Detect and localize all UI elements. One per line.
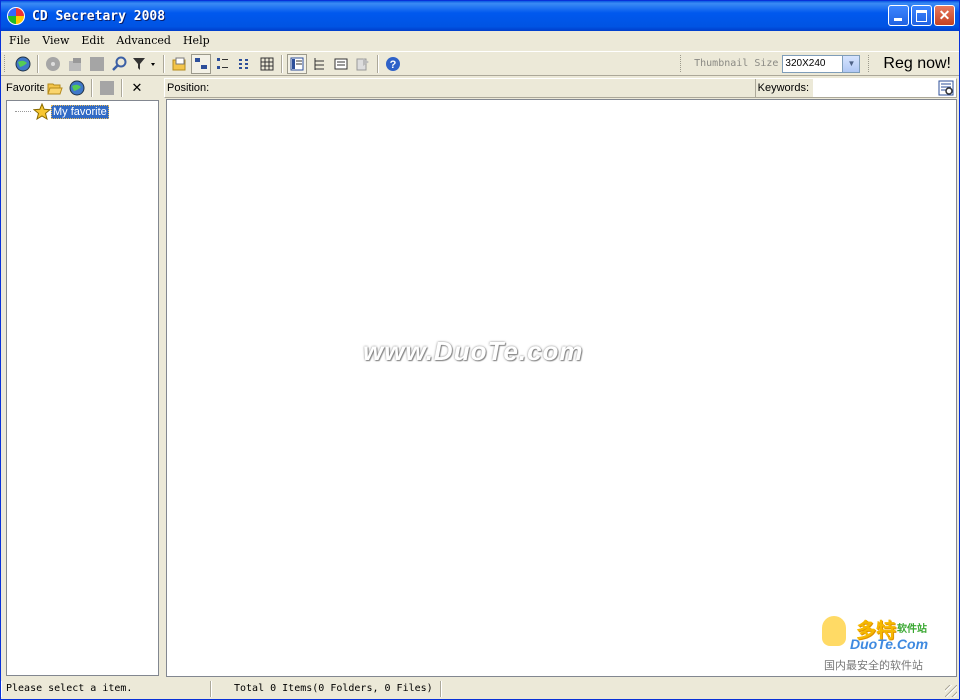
menu-bar: File View Edit Advanced Help xyxy=(1,31,959,50)
position-label: Position: xyxy=(167,82,210,94)
svg-text:?: ? xyxy=(390,59,397,71)
main-toolbar: ? Thumbnail Size 320X240 ▼ Reg now! xyxy=(1,51,959,76)
keywords-label: Keywords: xyxy=(757,82,809,94)
folder-icon xyxy=(172,57,186,70)
resize-grip-icon[interactable] xyxy=(945,685,957,697)
favorite-delete-button[interactable] xyxy=(97,78,117,98)
logo-tagline: 国内最安全的软件站 xyxy=(824,660,923,672)
scan-disc-button[interactable] xyxy=(43,54,63,74)
menu-advanced[interactable]: Advanced xyxy=(110,34,177,47)
toolbar-separator xyxy=(91,79,93,97)
menu-edit[interactable]: Edit xyxy=(75,34,110,47)
status-message: Please select a item. xyxy=(1,681,211,697)
toolbar-separator xyxy=(281,54,283,73)
file-list-area[interactable]: www.DuoTe.com 多特 软件站 DuoTe.Com 国内最安全的软件站 xyxy=(166,99,957,677)
large-icons-view-button[interactable] xyxy=(191,53,211,74)
toolbar-grip[interactable] xyxy=(868,55,872,72)
small-icons-icon xyxy=(217,57,228,69)
square-gray-icon xyxy=(90,56,104,71)
maximize-button[interactable] xyxy=(911,5,932,26)
toolbar-separator xyxy=(163,54,165,73)
thumbnail-size-value: 320X240 xyxy=(785,58,826,69)
menu-file[interactable]: File xyxy=(1,34,36,47)
keyword-search-icon[interactable] xyxy=(938,80,954,96)
logo-cn-sub: 软件站 xyxy=(897,624,927,635)
status-empty-panel xyxy=(441,681,959,697)
minimize-icon xyxy=(894,18,902,21)
maximize-icon xyxy=(916,10,927,22)
preview-pane-button[interactable] xyxy=(287,53,307,74)
filter-dropdown-button[interactable] xyxy=(131,54,159,74)
mascot-icon xyxy=(822,616,846,646)
tree-icon xyxy=(314,57,324,70)
close-icon: ✕ xyxy=(131,80,143,95)
search-button[interactable] xyxy=(109,54,129,74)
list-icon xyxy=(239,58,248,69)
properties-button[interactable] xyxy=(65,54,85,74)
export-icon xyxy=(356,57,369,70)
position-bar: Position: Keywords: xyxy=(164,78,957,98)
menu-help[interactable]: Help xyxy=(177,34,216,47)
menu-view[interactable]: View xyxy=(36,34,75,47)
panel-icon xyxy=(334,58,348,69)
watermark-text: www.DuoTe.com xyxy=(363,336,584,366)
globe-icon xyxy=(69,80,85,96)
help-button[interactable]: ? xyxy=(383,54,403,74)
favorite-panel-header: Favorite ✕ xyxy=(6,77,160,99)
thumbnail-size-label: Thumbnail Size xyxy=(694,58,779,69)
small-icons-view-button[interactable] xyxy=(213,54,233,74)
delete-button[interactable] xyxy=(87,54,107,74)
help-icon: ? xyxy=(386,56,400,71)
status-bar: Please select a item. Total 0 Items(0 Fo… xyxy=(1,679,959,699)
close-button[interactable]: ✕ xyxy=(934,5,955,26)
toolbar-separator xyxy=(37,54,39,73)
tree-view-button[interactable] xyxy=(309,54,329,74)
toolbar-grip[interactable] xyxy=(4,55,8,72)
logo-en-text: DuoTe.Com xyxy=(850,636,929,652)
duote-logo: 多特 软件站 DuoTe.Com 国内最安全的软件站 xyxy=(820,614,950,674)
open-favorite-button[interactable] xyxy=(45,78,65,98)
filter-icon xyxy=(133,57,155,70)
tree-connector xyxy=(15,111,31,112)
export-button[interactable] xyxy=(353,54,373,74)
web-globe-button[interactable] xyxy=(13,54,33,74)
globe-icon xyxy=(15,56,31,71)
details-grid-icon xyxy=(260,57,274,70)
list-view-button[interactable] xyxy=(235,54,255,74)
title-bar[interactable]: CD Secretary 2008 ✕ xyxy=(1,1,959,31)
app-window: CD Secretary 2008 ✕ File View Edit Advan… xyxy=(0,0,960,700)
keywords-field-wrap xyxy=(813,79,956,97)
search-icon xyxy=(112,56,127,71)
window-title: CD Secretary 2008 xyxy=(32,8,166,24)
properties-icon xyxy=(69,57,81,71)
reg-now-button[interactable]: Reg now! xyxy=(883,55,959,73)
disc-icon xyxy=(46,56,60,71)
tree-node-label: My favorite xyxy=(51,104,109,119)
chevron-down-icon[interactable]: ▼ xyxy=(842,55,860,72)
close-panel-button[interactable]: ✕ xyxy=(127,78,147,98)
large-icons-icon xyxy=(195,57,207,69)
details-view-button[interactable] xyxy=(257,54,277,74)
preview-pane-icon xyxy=(290,57,304,70)
keywords-input[interactable] xyxy=(813,79,933,97)
status-totals: Total 0 Items(0 Folders, 0 Files) xyxy=(211,681,441,697)
toolbar-grip[interactable] xyxy=(680,55,684,72)
star-icon xyxy=(33,103,51,120)
app-cd-icon[interactable] xyxy=(7,7,25,25)
close-icon: ✕ xyxy=(938,7,951,23)
open-folder-button[interactable] xyxy=(169,54,189,74)
toolbar-separator xyxy=(377,54,379,73)
thumbnail-size-select[interactable]: 320X240 ▼ xyxy=(782,54,861,73)
favorite-web-button[interactable] xyxy=(67,78,87,98)
favorite-panel-label: Favorite xyxy=(6,82,44,94)
tree-node-my-favorite[interactable]: My favorite xyxy=(15,103,109,120)
minimize-button[interactable] xyxy=(888,5,909,26)
panel-view-button[interactable] xyxy=(331,54,351,74)
toolbar-separator xyxy=(121,79,123,97)
folder-open-icon xyxy=(47,83,63,95)
square-gray-icon xyxy=(100,81,114,95)
favorite-tree[interactable]: My favorite xyxy=(6,100,159,676)
